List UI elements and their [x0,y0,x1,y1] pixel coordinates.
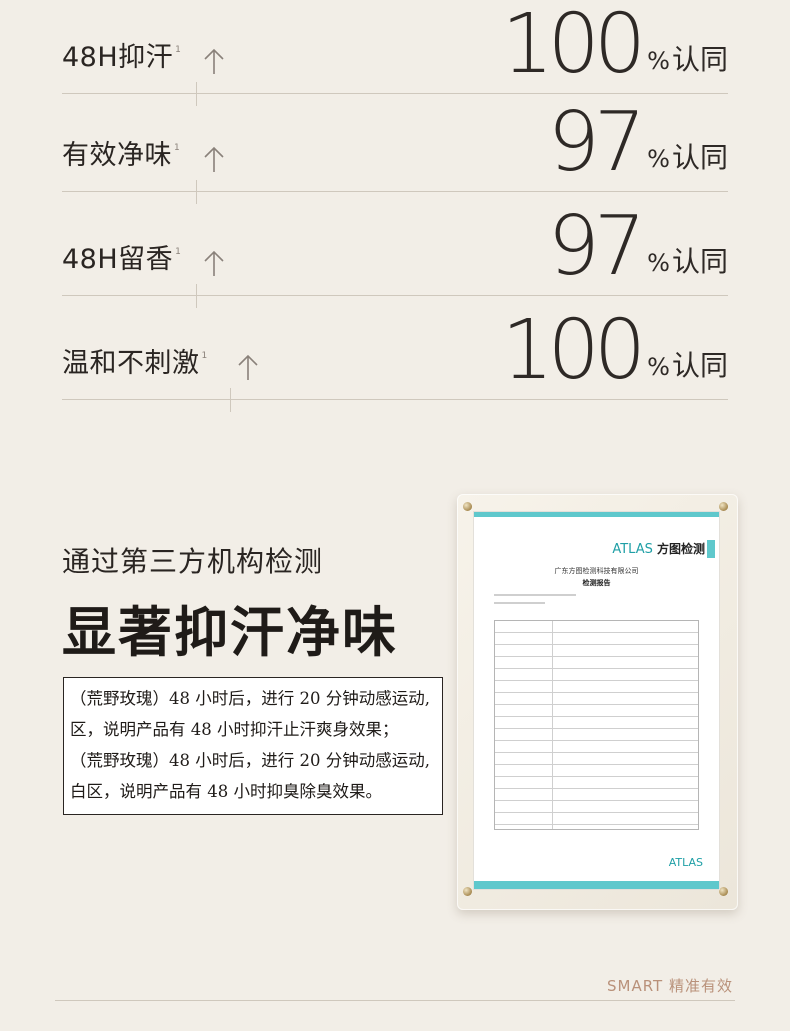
screw-icon [719,887,728,896]
stat-value: 97 [547,199,646,294]
section-subtitle: 通过第三方机构检测 [62,545,324,578]
stat-row-sweat: 48H抑汗 1 100 %认同 [62,0,728,106]
stat-value: 100 [501,303,645,398]
footer-slogan: SMART 精准有效 [607,977,733,995]
section-title: 显著抑汗净味 [62,601,398,664]
test-report-document: ATLAS 方图检测 广东方图检测科技有限公司 检测报告 ATLAS [474,512,719,889]
stat-label: 48H留香 1 [62,244,182,275]
stat-row-fragrance: 48H留香 1 97 %认同 [62,192,728,308]
brand-bar [707,540,715,558]
paper-stripe [474,512,719,517]
stat-unit: %认同 [647,349,728,382]
screw-icon [719,502,728,511]
report-title: 检测报告 [582,579,611,587]
divider [62,399,728,400]
stat-label: 48H抑汗 1 [62,42,182,73]
note-line: （荒野玫瑰）48 小时后，进行 20 分钟动感运动, [70,751,430,770]
atlas-footer-logo: ATLAS [668,856,703,869]
divider-tick [230,388,231,412]
arrow-up-icon [204,250,224,276]
stat-row-odor: 有效净味 1 97 %认同 [62,88,728,204]
stat-value: 97 [547,95,646,190]
stat-unit: %认同 [647,245,728,278]
test-note-box: （荒野玫瑰）48 小时后，进行 20 分钟动感运动, 区，说明产品有 48 小时… [63,677,443,815]
report-table [494,620,699,830]
note-line: 白区，说明产品有 48 小时抑臭除臭效果。 [70,782,382,801]
arrow-up-icon [238,354,258,380]
screw-icon [463,502,472,511]
note-line: 区，说明产品有 48 小时抑汗止汗爽身效果； [70,720,399,739]
arrow-up-icon [204,48,224,74]
footer-divider [55,1000,735,1001]
stat-label: 温和不刺激 1 [62,348,208,379]
report-text-lines [494,594,699,610]
screw-icon [463,887,472,896]
atlas-logo: ATLAS 方图检测 [612,542,705,557]
report-org: 广东方图检测科技有限公司 [554,567,639,575]
certificate-frame: ATLAS 方图检测 广东方图检测科技有限公司 检测报告 ATLAS [457,494,738,910]
stat-value: 100 [501,0,645,92]
arrow-up-icon [204,146,224,172]
paper-stripe [474,881,719,889]
stat-unit: %认同 [647,141,728,174]
note-line: （荒野玫瑰）48 小时后，进行 20 分钟动感运动, [70,689,430,708]
stat-label: 有效净味 1 [62,140,181,171]
stat-unit: %认同 [647,43,728,76]
stat-row-gentle: 温和不刺激 1 100 %认同 [62,296,728,412]
